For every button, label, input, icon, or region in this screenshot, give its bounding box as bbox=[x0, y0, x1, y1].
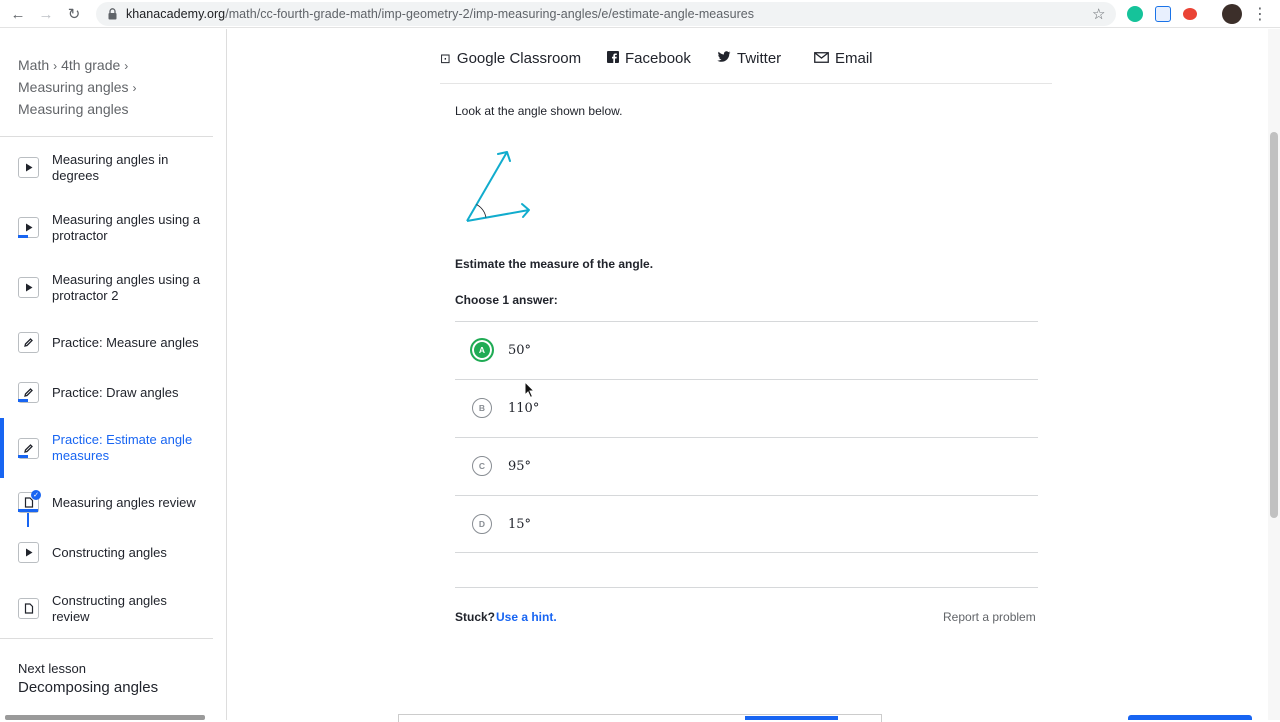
play-icon bbox=[18, 157, 39, 178]
record-extension-icon[interactable] bbox=[1183, 8, 1197, 20]
lesson-label: Constructing angles review bbox=[52, 593, 167, 624]
email-icon bbox=[814, 51, 829, 66]
play-icon bbox=[18, 277, 39, 298]
pencil-icon bbox=[18, 332, 39, 353]
divider bbox=[0, 136, 213, 137]
sidebar: Math › 4th grade › Measuring angles › Measur… bbox=[0, 29, 213, 720]
breadcrumb-separator: › bbox=[132, 81, 137, 95]
progress-mark bbox=[18, 235, 28, 238]
question-instruction: Estimate the measure of the angle. bbox=[455, 257, 654, 271]
lesson-item-measuring-angles-in-degrees[interactable]: Measuring angles in degrees bbox=[0, 151, 213, 185]
choice-value: 110° bbox=[508, 401, 540, 416]
forward-icon[interactable]: → bbox=[36, 4, 56, 24]
report-problem-link[interactable]: Report a problem bbox=[943, 610, 1036, 624]
lesson-item-measuring-angles-protractor[interactable]: Measuring angles using a protractor bbox=[0, 211, 213, 245]
share-label: Email bbox=[835, 50, 873, 67]
lesson-label: Practice: Draw angles bbox=[52, 385, 179, 400]
choose-answer-label: Choose 1 answer: bbox=[455, 293, 558, 307]
choice-letter-a: A bbox=[470, 338, 494, 362]
lesson-item-practice-measure-angles[interactable]: Practice: Measure angles bbox=[0, 332, 213, 354]
lesson-item-practice-draw-angles[interactable]: Practice: Draw angles bbox=[0, 382, 213, 404]
share-google-classroom[interactable]: ⊡ Google Classroom bbox=[440, 50, 581, 67]
url-host: khanacademy.org bbox=[126, 7, 226, 21]
use-hint-link[interactable]: Use a hint. bbox=[496, 610, 557, 624]
google-classroom-icon: ⊡ bbox=[440, 50, 451, 66]
url-text: khanacademy.org/math/cc-fourth-grade-mat… bbox=[126, 7, 754, 21]
next-lesson-label: Next lesson bbox=[18, 661, 86, 676]
breadcrumb-lesson[interactable]: Measuring angles bbox=[18, 101, 129, 117]
facebook-icon bbox=[607, 51, 619, 66]
lesson-item-measuring-angles-protractor-2[interactable]: Measuring angles using a protractor 2 bbox=[0, 271, 213, 305]
url-path: /math/cc-fourth-grade-math/imp-geometry-… bbox=[225, 7, 755, 21]
choice-letter-b: B bbox=[472, 398, 492, 418]
answer-choice-a[interactable]: A 50° bbox=[455, 321, 1038, 379]
bookmark-star-icon[interactable]: ☆ bbox=[1092, 5, 1105, 23]
share-twitter[interactable]: Twitter bbox=[717, 50, 781, 67]
lesson-label: Practice: Measure angles bbox=[52, 335, 199, 350]
menu-kebab-icon[interactable]: ⋮ bbox=[1250, 4, 1270, 24]
share-label: Google Classroom bbox=[456, 50, 582, 67]
lesson-label: Measuring angles review bbox=[52, 495, 196, 510]
lesson-label: Practice: Estimate angle measures bbox=[52, 432, 193, 463]
share-label: Facebook bbox=[625, 50, 691, 67]
mouse-cursor-icon bbox=[524, 381, 536, 399]
grammarly-extension-icon[interactable] bbox=[1127, 6, 1143, 22]
reload-icon[interactable]: ↻ bbox=[64, 4, 84, 24]
progress-mark bbox=[18, 509, 38, 512]
bottom-check-button[interactable] bbox=[745, 716, 838, 720]
share-label: Twitter bbox=[737, 50, 782, 67]
divider bbox=[0, 638, 213, 639]
choice-value: 15° bbox=[508, 517, 532, 532]
breadcrumb-grade[interactable]: 4th grade bbox=[61, 57, 120, 73]
breadcrumb-separator: › bbox=[53, 59, 58, 73]
divider bbox=[455, 587, 1038, 588]
breadcrumb-math[interactable]: Math bbox=[18, 57, 49, 73]
lesson-item-constructing-angles-review[interactable]: Constructing angles review bbox=[0, 592, 213, 626]
choice-value: 50° bbox=[508, 343, 532, 358]
lesson-item-constructing-angles[interactable]: Constructing angles bbox=[0, 542, 213, 564]
angle-figure bbox=[466, 151, 530, 222]
lesson-item-practice-estimate-angle-measures[interactable]: Practice: Estimate angle measures bbox=[0, 432, 213, 466]
answer-choice-c[interactable]: C 95° bbox=[455, 437, 1038, 495]
lesson-label: Constructing angles bbox=[52, 545, 167, 560]
choice-letter-c: C bbox=[472, 456, 492, 476]
choice-value: 95° bbox=[508, 459, 532, 474]
lesson-label: Measuring angles using a protractor 2 bbox=[52, 272, 201, 303]
bottom-action-button[interactable] bbox=[1128, 715, 1252, 720]
profile-avatar[interactable] bbox=[1222, 4, 1242, 24]
breadcrumb-unit[interactable]: Measuring angles bbox=[18, 79, 129, 95]
answer-choice-d[interactable]: D 15° bbox=[455, 495, 1038, 553]
next-lesson-title[interactable]: Decomposing angles bbox=[18, 679, 158, 696]
scrollbar-thumb[interactable] bbox=[1270, 132, 1278, 518]
question-prompt: Look at the angle shown below. bbox=[455, 104, 623, 118]
sidebar-divider bbox=[226, 29, 227, 720]
article-icon bbox=[18, 598, 39, 619]
checkmark-icon: ✓ bbox=[31, 490, 41, 500]
divider bbox=[455, 552, 1038, 553]
stuck-label: Stuck? bbox=[455, 610, 496, 624]
divider bbox=[440, 83, 1052, 84]
address-bar[interactable]: khanacademy.org/math/cc-fourth-grade-mat… bbox=[96, 2, 1116, 26]
lock-icon bbox=[108, 8, 117, 20]
notes-extension-icon[interactable] bbox=[1155, 6, 1171, 22]
lesson-label: Measuring angles using a protractor bbox=[52, 212, 201, 243]
browser-toolbar: ← → ↻ khanacademy.org/math/cc-fourth-gra… bbox=[0, 0, 1280, 28]
sidebar-horizontal-scrollbar[interactable] bbox=[5, 715, 205, 720]
lesson-label: Measuring angles in degrees bbox=[52, 152, 169, 183]
play-icon bbox=[18, 542, 39, 563]
twitter-icon bbox=[717, 51, 731, 66]
choice-letter-d: D bbox=[472, 514, 492, 534]
share-facebook[interactable]: Facebook bbox=[607, 50, 691, 67]
breadcrumb: Math › 4th grade › Measuring angles › Measur… bbox=[18, 55, 208, 120]
progress-mark bbox=[18, 455, 28, 458]
back-icon[interactable]: ← bbox=[8, 4, 28, 24]
breadcrumb-separator: › bbox=[124, 59, 129, 73]
progress-mark bbox=[18, 399, 28, 402]
answer-choice-b[interactable]: B 110° bbox=[455, 379, 1038, 437]
share-email[interactable]: Email bbox=[814, 50, 873, 67]
